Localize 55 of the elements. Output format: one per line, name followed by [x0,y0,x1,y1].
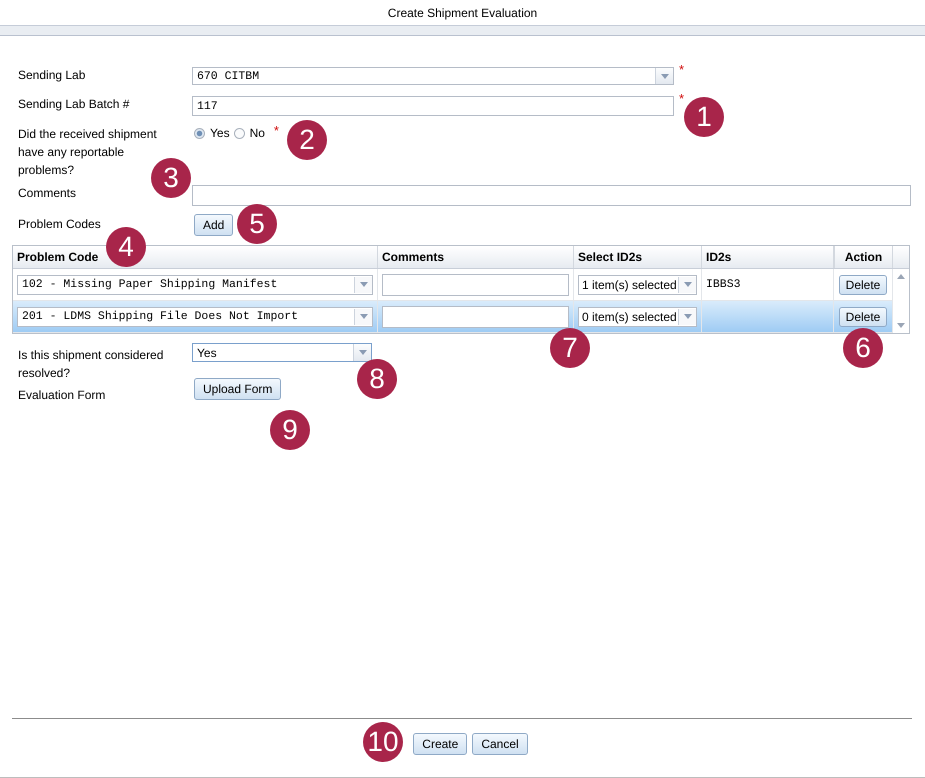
callout-badge: 9 [270,410,310,450]
id2s-select[interactable]: 0 item(s) selected [578,306,697,326]
radio-label[interactable]: Yes [210,126,230,140]
callout-badge: 2 [287,120,327,160]
callout-badge: 10 [363,722,403,762]
delete-button[interactable]: Delete [838,306,888,326]
grid-row[interactable]: 102 - Missing Paper Shipping Manifest 1 item(s) selected IBBS3 Delete [13,269,893,301]
problem-code-select[interactable]: 201 - LDMS Shipping File Does Not Import [17,306,373,326]
field-label: Comments [18,185,78,201]
caret-icon [360,282,368,287]
sending-lab-select[interactable]: 670 CITBM [192,67,674,85]
add-button[interactable]: Add [194,214,234,236]
comments-field[interactable] [192,185,911,206]
field-label: Evaluation Form [18,387,106,404]
callout-badge: 3 [151,158,191,198]
column-header[interactable]: Comments [378,246,574,268]
comments-field[interactable] [382,274,569,296]
delete-button[interactable]: Delete [838,274,888,294]
required-mark: * [679,62,684,77]
callout-badge: 8 [357,359,397,399]
callout-badge: 7 [550,328,590,368]
caret-icon [660,74,668,78]
batch-number-field[interactable]: 117 [192,96,674,116]
id2s-select[interactable]: 1 item(s) selected [578,274,697,294]
caret-icon [684,314,692,319]
field-label: Problem Codes [18,216,102,232]
caret-icon [360,314,368,319]
required-mark: * [274,123,279,138]
column-header[interactable]: Action [834,246,893,268]
upload-form-button[interactable]: Upload Form [194,378,282,400]
problem-code-select[interactable]: 102 - Missing Paper Shipping Manifest [17,274,373,294]
field-label: Sending Lab Batch # [18,96,130,113]
field-label: Is this shipment considered resolved? [18,347,164,382]
radio-label[interactable]: No [250,126,265,140]
radio-button[interactable] [234,128,245,138]
scroll-arrow-icon[interactable] [897,323,905,328]
caret-icon [358,350,366,355]
scroll-arrow-icon[interactable] [897,274,905,279]
window-title: Create Shipment Evaluation [388,6,538,20]
required-mark: * [679,91,684,106]
callout-badge: 6 [843,328,883,368]
callout-badge: 5 [237,204,277,244]
resolved-select[interactable]: Yes [192,343,372,362]
caret-icon [684,282,692,287]
grid-row[interactable]: 201 - LDMS Shipping File Does Not Import 0 item(s) selected Delete [13,301,893,333]
callout-badge: 4 [106,227,146,267]
radio-button[interactable] [194,128,205,138]
column-header[interactable]: Select ID2s [574,246,702,268]
comments-field[interactable] [382,306,569,328]
table-cell: IBBS3 [706,278,741,291]
callout-badge: 1 [684,97,724,137]
cancel-button[interactable]: Cancel [472,733,528,755]
create-button[interactable]: Create [413,733,468,755]
column-header[interactable]: ID2s [702,246,834,268]
field-label: Sending Lab [18,67,86,84]
